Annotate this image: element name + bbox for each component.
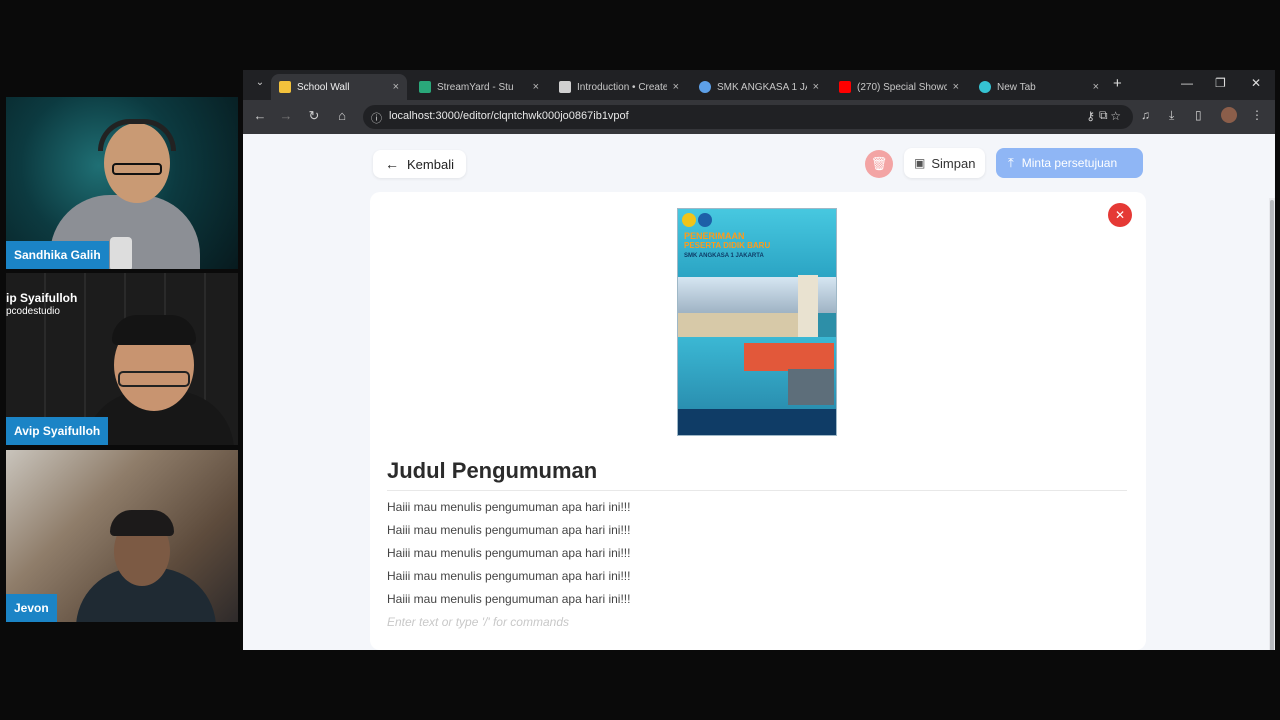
participant-tile: ip Syaifulloh pcodestudio Avip Syaifullo…: [6, 273, 238, 445]
arrow-left-icon: ←: [385, 156, 399, 172]
favicon-icon: [979, 81, 991, 93]
extensions-icon[interactable]: ⧉: [1099, 108, 1108, 123]
participant-name: Jevon: [6, 594, 57, 622]
save-label: Simpan: [931, 155, 976, 171]
back-button[interactable]: ← Kembali: [373, 150, 466, 178]
reload-icon[interactable]: ↻: [305, 108, 323, 124]
trash-icon: 🗑: [870, 156, 888, 171]
site-info-icon[interactable]: ⓘ: [371, 110, 382, 126]
announcement-image[interactable]: PENERIMAAN PESERTA DIDIK BARU SMK ANGKAS…: [677, 208, 837, 436]
announcement-title[interactable]: Judul Pengumuman: [387, 458, 597, 484]
scrollbar[interactable]: [1269, 198, 1275, 650]
tab-youtube[interactable]: (270) Special Showc ×: [831, 74, 967, 100]
close-icon[interactable]: ×: [1093, 81, 1099, 93]
remove-image-button[interactable]: ✕: [1108, 203, 1132, 227]
tab-introduction[interactable]: Introduction • Create ×: [551, 74, 687, 100]
close-icon: ✕: [1114, 208, 1126, 222]
tab-smk-angkasa[interactable]: SMK ANGKASA 1 JA ×: [691, 74, 827, 100]
favicon-icon: [279, 81, 291, 93]
close-icon[interactable]: ×: [393, 81, 399, 93]
download-icon[interactable]: ⤓: [1169, 108, 1174, 123]
close-icon[interactable]: ×: [813, 81, 819, 93]
participant-overlay-handle: pcodestudio: [6, 306, 60, 317]
address-bar[interactable]: ⓘ localhost:3000/editor/clqntchwk000jo08…: [363, 105, 1133, 129]
minimize-button[interactable]: —: [1181, 76, 1193, 90]
poster-title-1: PENERIMAAN: [684, 231, 745, 241]
participant-name: Sandhika Galih: [6, 241, 109, 269]
restore-button[interactable]: ❐: [1215, 76, 1226, 90]
back-label: Kembali: [407, 156, 454, 172]
star-icon[interactable]: ☆: [1110, 109, 1121, 123]
new-tab-button[interactable]: +: [1113, 75, 1122, 92]
close-icon[interactable]: ×: [533, 81, 539, 93]
close-icon[interactable]: ×: [953, 81, 959, 93]
participant-name: Avip Syaifulloh: [6, 417, 109, 445]
delete-button[interactable]: 🗑: [865, 150, 893, 178]
save-button[interactable]: ▣ Simpan: [904, 148, 986, 178]
tab-strip: ⌄ School Wall × StreamYard - Stu × Intro…: [243, 70, 1275, 100]
paragraph[interactable]: Haiii mau menulis pengumuman apa hari in…: [387, 569, 630, 583]
tab-streamyard[interactable]: StreamYard - Stu ×: [411, 74, 547, 100]
video-call-stage: Sandhika Galih ip Syaifulloh pcodestudio…: [0, 0, 1280, 720]
scrollbar-thumb[interactable]: [1270, 200, 1274, 650]
favicon-icon: [419, 81, 431, 93]
browser-window: ⌄ School Wall × StreamYard - Stu × Intro…: [243, 70, 1275, 650]
side-panel-icon[interactable]: ▯: [1195, 108, 1202, 122]
upload-icon: ⤒: [1008, 155, 1014, 170]
participant-overlay-name: ip Syaifulloh: [6, 291, 78, 305]
poster-title-2: PESERTA DIDIK BARU: [684, 241, 771, 250]
password-key-icon[interactable]: ⚷: [1086, 109, 1095, 123]
favicon-icon: [699, 81, 711, 93]
youtube-icon: [839, 81, 851, 93]
poster-subtitle: SMK ANGKASA 1 JAKARTA: [684, 253, 764, 259]
paragraph[interactable]: Haiii mau menulis pengumuman apa hari in…: [387, 592, 630, 606]
home-icon[interactable]: ⌂: [333, 108, 351, 123]
browser-toolbar: ← → ↻ ⌂ ⓘ localhost:3000/editor/clqntchw…: [243, 100, 1275, 134]
editor-page: ← Kembali 🗑 ▣ Simpan ⤒ Minta persetujuan…: [243, 134, 1275, 650]
favicon-icon: [559, 81, 571, 93]
close-window-button[interactable]: ✕: [1251, 76, 1261, 90]
participant-tile: Jevon: [6, 450, 238, 622]
request-approval-label: Minta persetujuan: [1021, 156, 1118, 170]
forward-arrow-icon[interactable]: →: [277, 108, 295, 123]
paragraph[interactable]: Haiii mau menulis pengumuman apa hari in…: [387, 523, 630, 537]
save-icon: ▣: [914, 156, 926, 170]
avatar[interactable]: [1221, 107, 1237, 123]
tab-new-tab[interactable]: New Tab ×: [971, 74, 1107, 100]
tab-search-icon[interactable]: ⌄: [251, 77, 269, 88]
request-approval-button[interactable]: ⤒ Minta persetujuan: [996, 148, 1143, 178]
editor-card: PENERIMAAN PESERTA DIDIK BARU SMK ANGKAS…: [370, 192, 1146, 650]
media-control-icon[interactable]: ♫: [1141, 108, 1150, 122]
close-icon[interactable]: ×: [673, 81, 679, 93]
back-arrow-icon[interactable]: ←: [251, 108, 269, 123]
url-text: localhost:3000/editor/clqntchwk000jo0867…: [389, 110, 629, 122]
menu-icon[interactable]: ⋮: [1251, 108, 1263, 122]
paragraph[interactable]: Haiii mau menulis pengumuman apa hari in…: [387, 500, 630, 514]
editor-input-placeholder[interactable]: Enter text or type '/' for commands: [387, 615, 569, 629]
participant-tile: Sandhika Galih: [6, 97, 238, 269]
divider: [387, 490, 1127, 491]
tab-school-wall[interactable]: School Wall ×: [271, 74, 407, 100]
paragraph[interactable]: Haiii mau menulis pengumuman apa hari in…: [387, 546, 630, 560]
